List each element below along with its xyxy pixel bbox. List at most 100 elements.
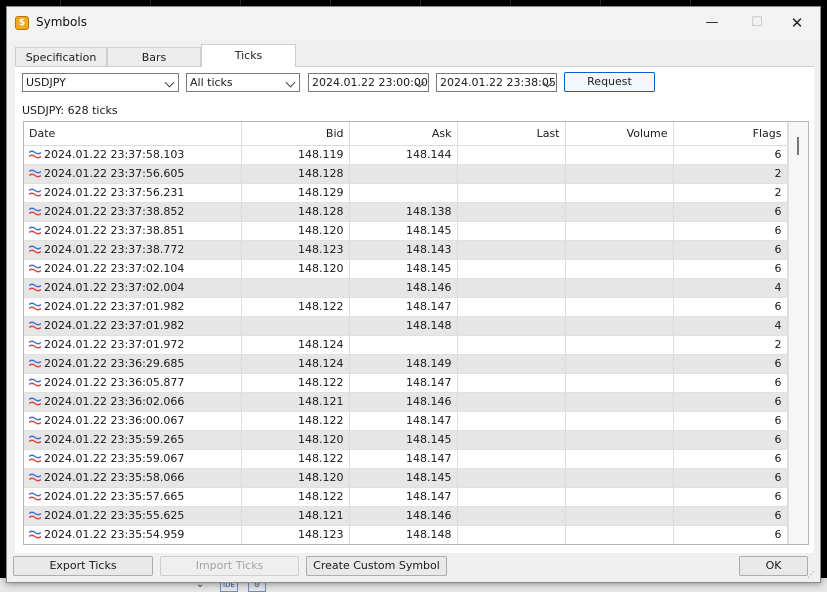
cell-flags: 6 — [673, 373, 788, 393]
table-row[interactable]: 2024.01.22 23:36:05.877 148.122 148.147 6 — [24, 373, 788, 393]
cell-last — [457, 354, 566, 374]
table-row[interactable]: 2024.01.22 23:35:59.067 148.122 148.147 6 — [24, 449, 788, 469]
cell-volume — [565, 164, 674, 184]
table-row[interactable]: 2024.01.22 23:37:38.851 148.120 148.145 6 — [24, 221, 788, 241]
cell-date: 2024.01.22 23:37:02.004 — [24, 278, 242, 298]
cell-ask: 148.145 — [349, 221, 458, 241]
tick-icon — [29, 473, 41, 482]
table-row[interactable]: 2024.01.22 23:36:02.066 148.121 148.146 6 — [24, 392, 788, 412]
tab-bars[interactable]: Bars — [107, 47, 201, 67]
table-row[interactable]: 2024.01.22 23:37:38.772 148.123 148.143 6 — [24, 240, 788, 260]
table-row[interactable]: 2024.01.22 23:35:57.665 148.122 148.147 6 — [24, 487, 788, 507]
tick-icon — [29, 207, 41, 216]
tab-specification[interactable]: Specification — [15, 47, 107, 67]
ok-button[interactable]: OK — [739, 556, 808, 576]
tick-icon — [29, 283, 41, 292]
scrollbar-thumb[interactable] — [797, 137, 799, 155]
table-row[interactable]: 2024.01.22 23:36:29.685 148.124 148.149 6 — [24, 354, 788, 374]
cell-date: 2024.01.22 23:36:02.066 — [24, 392, 242, 412]
column-header-ask[interactable]: Ask — [349, 122, 458, 146]
table-row[interactable]: 2024.01.22 23:37:56.231 148.129 2 — [24, 183, 788, 203]
table-row[interactable]: 2024.01.22 23:37:56.605 148.128 2 — [24, 164, 788, 184]
column-header-last[interactable]: Last — [457, 122, 566, 146]
cell-ask: 148.146 — [349, 392, 458, 412]
cell-last — [457, 202, 566, 222]
title-bar[interactable]: $ Symbols — ☐ ✕ — [7, 7, 820, 39]
table-row[interactable]: 2024.01.22 23:37:01.972 148.124 2 — [24, 335, 788, 355]
column-header-volume[interactable]: Volume — [565, 122, 674, 146]
table-row[interactable]: 2024.01.22 23:35:59.265 148.120 148.145 6 — [24, 430, 788, 450]
cell-last — [457, 373, 566, 393]
tick-icon — [29, 416, 41, 425]
cell-ask: 148.143 — [349, 240, 458, 260]
tick-icon — [29, 226, 41, 235]
cell-date-text: 2024.01.22 23:36:29.685 — [44, 357, 185, 370]
cell-date: 2024.01.22 23:37:38.852 — [24, 202, 242, 222]
table-row[interactable]: 2024.01.22 23:37:58.103 148.119 148.144 6 — [24, 145, 788, 165]
date-to-value: 2024.01.22 23:38:05 — [440, 76, 556, 89]
tick-type-select[interactable]: All ticks — [186, 73, 300, 92]
table-row[interactable]: 2024.01.22 23:37:01.982 148.122 148.147 6 — [24, 297, 788, 317]
cell-date: 2024.01.22 23:37:56.231 — [24, 183, 242, 203]
cell-bid: 148.121 — [241, 392, 350, 412]
cell-ask: 148.146 — [349, 506, 458, 526]
cell-volume — [565, 392, 674, 412]
cell-flags: 6 — [673, 202, 788, 222]
minimize-button[interactable]: — — [689, 7, 735, 39]
tick-icon — [29, 530, 41, 539]
cell-flags: 4 — [673, 278, 788, 298]
cell-flags: 2 — [673, 183, 788, 203]
tick-icon — [29, 435, 41, 444]
export-ticks-button[interactable]: Export Ticks — [13, 556, 153, 576]
cell-ask: 148.147 — [349, 449, 458, 469]
cell-date-text: 2024.01.22 23:36:05.877 — [44, 376, 185, 389]
cell-flags: 6 — [673, 525, 788, 544]
cell-flags: 6 — [673, 449, 788, 469]
cell-last — [457, 449, 566, 469]
close-button[interactable]: ✕ — [774, 7, 820, 39]
table-row[interactable]: 2024.01.22 23:35:54.959 148.123 148.148 6 — [24, 525, 788, 544]
table-row[interactable]: 2024.01.22 23:35:55.625 148.121 148.146 6 — [24, 506, 788, 526]
cell-bid: 148.119 — [241, 145, 350, 165]
table-header: Date Bid Ask Last Volume Flags — [24, 122, 788, 146]
date-from-picker[interactable]: 2024.01.22 23:00:00 — [308, 73, 429, 92]
cell-flags: 6 — [673, 487, 788, 507]
create-custom-symbol-button[interactable]: Create Custom Symbol — [306, 556, 447, 576]
date-to-picker[interactable]: 2024.01.22 23:38:05 — [436, 73, 557, 92]
cell-flags: 4 — [673, 316, 788, 336]
column-header-flags[interactable]: Flags — [673, 122, 788, 146]
cell-ask: 148.145 — [349, 259, 458, 279]
cell-last — [457, 164, 566, 184]
vertical-scrollbar[interactable] — [788, 122, 808, 544]
table-row[interactable]: 2024.01.22 23:35:58.066 148.120 148.145 6 — [24, 468, 788, 488]
cell-flags: 6 — [673, 259, 788, 279]
cell-date-text: 2024.01.22 23:35:55.625 — [44, 509, 185, 522]
resize-grip-icon[interactable]: ⋰ — [807, 570, 815, 579]
cell-volume — [565, 297, 674, 317]
cell-flags: 6 — [673, 411, 788, 431]
cell-flags: 6 — [673, 145, 788, 165]
cell-ask: 148.138 — [349, 202, 458, 222]
table-row[interactable]: 2024.01.22 23:37:02.004 148.146 4 — [24, 278, 788, 298]
table-row[interactable]: 2024.01.22 23:37:02.104 148.120 148.145 6 — [24, 259, 788, 279]
cell-last — [457, 240, 566, 260]
tab-ticks[interactable]: Ticks — [201, 44, 296, 67]
cell-bid: 148.122 — [241, 449, 350, 469]
tab-bar: Specification Bars Ticks — [15, 44, 815, 67]
table-row[interactable]: 2024.01.22 23:37:01.982 148.148 4 — [24, 316, 788, 336]
cell-ask: 148.145 — [349, 430, 458, 450]
table-row[interactable]: 2024.01.22 23:36:00.067 148.122 148.147 6 — [24, 411, 788, 431]
symbol-select[interactable]: USDJPY — [22, 73, 179, 92]
column-header-date[interactable]: Date — [24, 122, 242, 146]
cell-date-text: 2024.01.22 23:37:01.972 — [44, 338, 185, 351]
cell-ask: 148.148 — [349, 525, 458, 544]
cell-bid: 148.128 — [241, 202, 350, 222]
table-row[interactable]: 2024.01.22 23:37:38.852 148.128 148.138 6 — [24, 202, 788, 222]
column-header-bid[interactable]: Bid — [241, 122, 350, 146]
request-button[interactable]: Request — [564, 72, 655, 92]
cell-volume — [565, 373, 674, 393]
cell-flags: 6 — [673, 468, 788, 488]
tick-icon — [29, 264, 41, 273]
cell-volume — [565, 506, 674, 526]
import-ticks-button[interactable]: Import Ticks — [160, 556, 299, 576]
